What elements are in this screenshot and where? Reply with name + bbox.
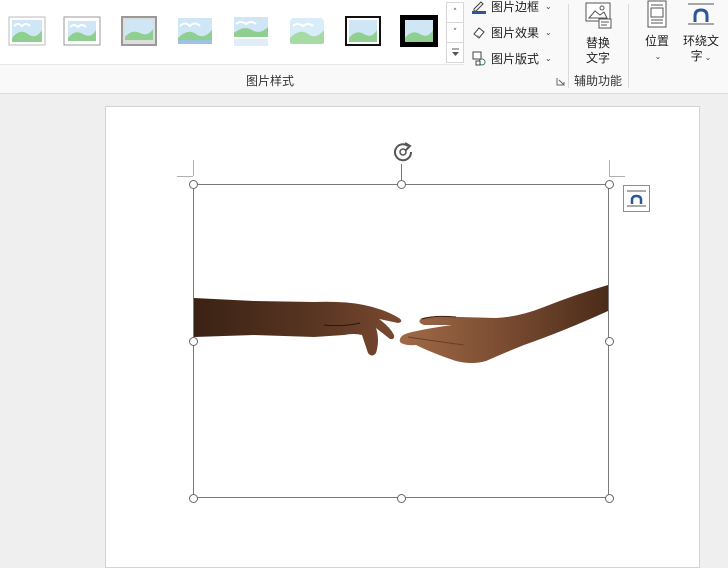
wrap-text-icon (688, 3, 714, 25)
selected-picture[interactable] (193, 184, 609, 498)
chevron-down-icon: ⌄ (654, 52, 662, 61)
group-divider (628, 4, 629, 88)
position-label: 位置 (644, 34, 669, 48)
layout-options-icon (627, 190, 646, 207)
position-button[interactable]: 位置 ⌄ (640, 0, 674, 64)
alt-text-label-line1: 替换 (585, 36, 610, 50)
style-thumb-1[interactable] (8, 14, 46, 48)
resize-handle-bottom[interactable] (397, 494, 406, 503)
alt-text-button[interactable]: 替换 文字 (578, 0, 618, 66)
picture-layout-button[interactable]: 图片版式 ⌄ (471, 48, 552, 68)
resize-handle-top-left[interactable] (189, 180, 198, 189)
hands-photo (194, 285, 608, 363)
style-thumb-7[interactable] (344, 14, 382, 48)
style-thumb-3[interactable] (120, 14, 158, 48)
picture-border-button[interactable]: 图片边框 ⌄ (471, 0, 552, 16)
ribbon: ˄ ˅ 图片样式 图片边框 ⌄ 图片效果 ⌄ 图片版式 ⌄ 替换 文字 辅助功能 位置… (0, 0, 728, 94)
style-thumb-4[interactable] (176, 14, 214, 48)
picture-layout-label: 图片版式 (491, 51, 540, 66)
resize-handle-top-right[interactable] (605, 180, 614, 189)
resize-handle-top[interactable] (397, 180, 406, 189)
group-label-picture-styles: 图片样式 (246, 74, 295, 88)
style-thumb-2[interactable] (63, 14, 101, 48)
chevron-down-icon: ˅ (452, 27, 458, 38)
resize-handle-right[interactable] (605, 337, 614, 346)
wrap-text-button[interactable]: 环绕文 字 ⌄ (680, 0, 722, 65)
gallery-scroll-up-button[interactable]: ˄ (446, 2, 464, 23)
style-thumb-6[interactable] (288, 14, 326, 48)
chevron-down-icon: ⌄ (545, 53, 552, 63)
layout-options-button[interactable] (623, 185, 650, 212)
pen-border-icon (472, 1, 486, 14)
alt-text-icon (585, 2, 612, 29)
margin-mark (177, 176, 193, 177)
resize-handle-bottom-right[interactable] (605, 494, 614, 503)
gallery-more-button[interactable] (446, 42, 464, 63)
picture-effects-label: 图片效果 (491, 25, 540, 40)
more-icon (451, 48, 459, 56)
alt-text-label-line2: 文字 (585, 51, 610, 65)
layout-icon (472, 51, 486, 66)
rotate-handle-icon[interactable] (391, 140, 415, 164)
picture-effects-button[interactable]: 图片效果 ⌄ (471, 22, 552, 42)
chevron-up-icon: ˄ (452, 7, 458, 18)
position-icon (647, 0, 667, 28)
effects-icon (473, 27, 485, 39)
style-thumb-5[interactable] (232, 14, 270, 48)
wrap-text-label-line1: 环绕文 (682, 34, 719, 48)
dialog-launcher-icon[interactable] (556, 77, 565, 86)
chevron-down-icon: ⌄ (545, 27, 552, 37)
margin-mark (609, 176, 625, 177)
wrap-text-label-line2: 字 ⌄ (690, 49, 712, 63)
margin-mark (193, 160, 194, 176)
resize-handle-left[interactable] (189, 337, 198, 346)
group-divider (568, 4, 569, 88)
gallery-scroll-down-button[interactable]: ˅ (446, 22, 464, 43)
margin-mark (609, 160, 610, 176)
style-thumb-8[interactable] (400, 14, 438, 48)
picture-border-label: 图片边框 (491, 0, 540, 14)
picture-styles-gallery: ˄ ˅ (0, 0, 464, 65)
group-label-accessibility: 辅助功能 (574, 74, 623, 88)
chevron-down-icon: ⌄ (545, 1, 552, 11)
resize-handle-bottom-left[interactable] (189, 494, 198, 503)
